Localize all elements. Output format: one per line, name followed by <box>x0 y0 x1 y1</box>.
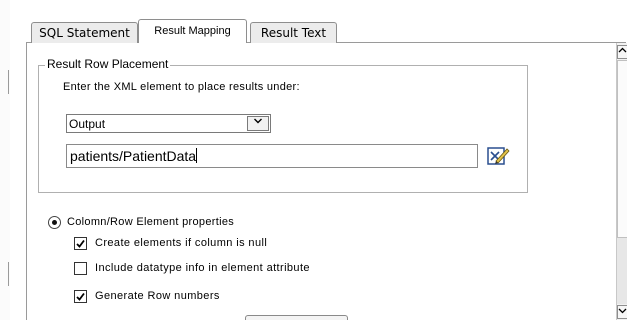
xml-path-input[interactable]: patients/PatientData <box>66 144 478 168</box>
edit-pencil-icon[interactable] <box>486 145 510 167</box>
checkbox-label: Include datatype info in element attribu… <box>95 262 310 274</box>
scroll-up-arrow-icon[interactable] <box>617 45 627 59</box>
radio-label: Colomn/Row Element properties <box>67 216 235 228</box>
vertical-scrollbar[interactable] <box>616 43 627 320</box>
left-window-edge <box>0 0 10 320</box>
radio-selected-dot <box>52 220 57 225</box>
scroll-down-arrow-icon[interactable] <box>617 305 627 319</box>
include-datatype-checkbox[interactable] <box>74 262 87 275</box>
chevron-down-icon[interactable] <box>247 116 269 131</box>
select-value: Output <box>69 117 106 131</box>
create-elements-checkbox[interactable] <box>74 237 87 250</box>
checkbox-label: Create elements if column is null <box>95 237 268 249</box>
element-properties-radio[interactable] <box>48 216 61 229</box>
xml-element-select[interactable]: Output <box>66 114 271 133</box>
partially-visible-button[interactable] <box>245 315 348 320</box>
tab-result-text[interactable]: Result Text <box>250 22 337 43</box>
tab-result-mapping[interactable]: Result Mapping <box>138 19 247 43</box>
tab-sql-statement[interactable]: SQL Statement <box>31 22 138 43</box>
edge-tick <box>8 70 9 94</box>
text-caret <box>196 148 198 163</box>
generate-row-numbers-checkbox[interactable] <box>74 290 87 303</box>
xml-path-value: patients/PatientData <box>70 148 197 164</box>
checkbox-label: Generate Row numbers <box>95 290 220 302</box>
scrollbar-thumb[interactable] <box>617 60 627 238</box>
edge-tick <box>8 262 9 286</box>
group-title: Result Row Placement <box>45 57 171 71</box>
xml-element-instruction: Enter the XML element to place results u… <box>63 81 300 93</box>
